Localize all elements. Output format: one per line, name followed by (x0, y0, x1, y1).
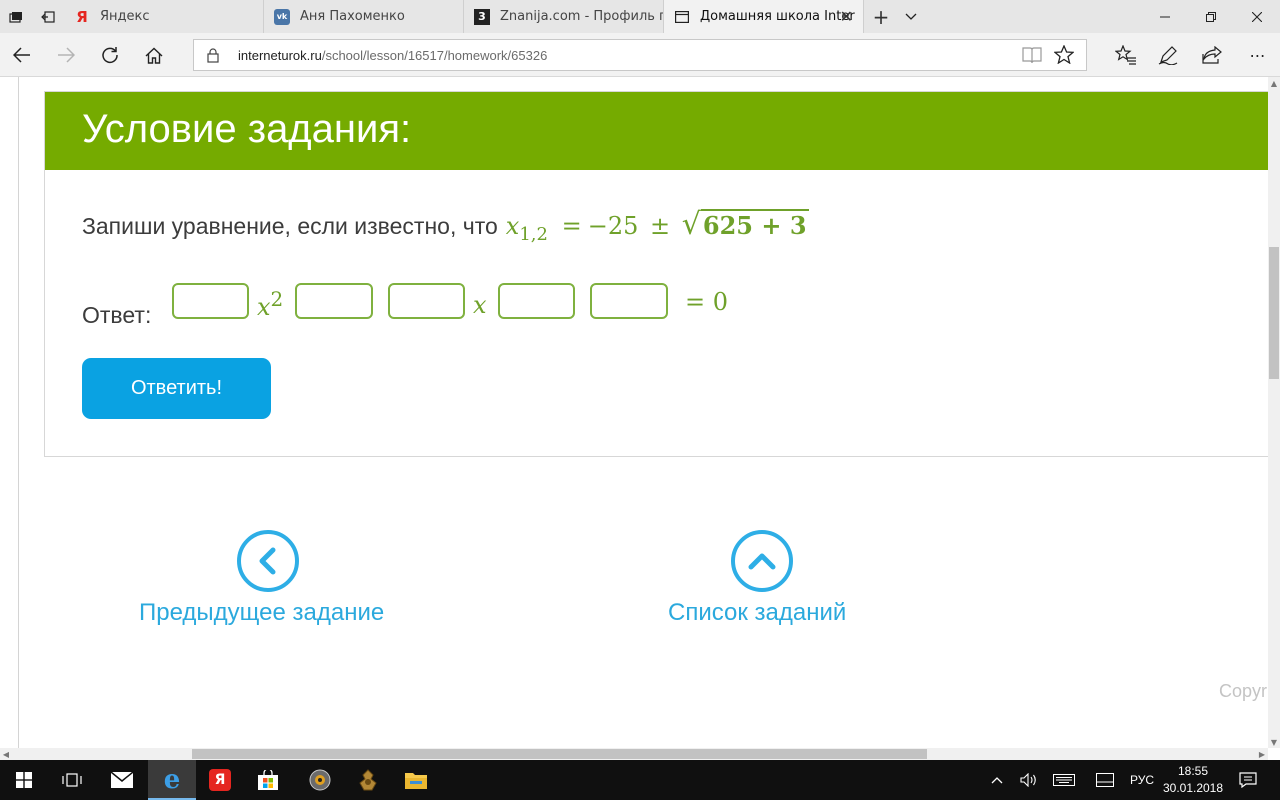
keyboard-icon[interactable] (1050, 760, 1078, 800)
yandex-browser-icon[interactable]: Я (196, 760, 244, 800)
task-list-link[interactable]: Список заданий (668, 599, 846, 627)
horizontal-scroll-thumb[interactable] (192, 749, 927, 759)
file-explorer-icon[interactable] (392, 760, 440, 800)
scroll-up-icon[interactable]: ▲ (1268, 77, 1280, 89)
equals-zero: = 0 (685, 288, 729, 316)
coefficient-b-input[interactable] (388, 283, 465, 319)
scroll-left-icon[interactable]: ◀ (0, 748, 12, 760)
minimize-icon[interactable] (1142, 0, 1188, 33)
tab-interneturok[interactable]: Домашняя школа Inter ✕ (664, 0, 864, 33)
vk-icon: vk (274, 8, 290, 25)
back-icon[interactable] (2, 37, 42, 73)
windows-taskbar: e Я РУС 18:55 30.01.2018 (0, 760, 1280, 800)
x-term: x (473, 291, 487, 319)
page-icon (674, 9, 690, 25)
home-icon[interactable] (134, 37, 174, 73)
page-border (18, 77, 19, 748)
action-center-icon[interactable] (1234, 760, 1262, 800)
share-icon[interactable] (1192, 37, 1232, 73)
tab-znanija[interactable]: 3 Znanija.com - Профиль пол (464, 0, 664, 33)
clock-time: 18:55 (1177, 764, 1209, 778)
restore-icon[interactable] (1188, 0, 1234, 33)
tab-title: Znanija.com - Профиль пол (500, 9, 663, 24)
tab-title: Аня Пахоменко (300, 9, 405, 24)
tab-yandex[interactable]: Я Яндекс (64, 0, 264, 33)
tab-title: Домашняя школа Inter (700, 9, 855, 24)
game-app-icon[interactable] (344, 760, 392, 800)
lock-icon (207, 48, 219, 67)
desktop-mode-icon[interactable] (1092, 760, 1118, 800)
task-card: Условие задания: Запиши уравнение, если … (44, 91, 1280, 457)
question-formula: x1,2 = −25 ± √ 625 + 3 (505, 207, 809, 245)
favorite-star-icon[interactable] (1053, 44, 1075, 68)
browser-tab-bar: Я Яндекс vk Аня Пахоменко 3 Znanija.com … (0, 0, 1280, 33)
favorites-hub-icon[interactable] (1106, 37, 1146, 73)
sign-c-input[interactable] (498, 283, 575, 319)
task-header: Условие задания: (45, 92, 1280, 170)
tab-actions-icon[interactable] (0, 0, 32, 33)
address-bar[interactable]: interneturok.ru/school/lesson/16517/home… (193, 39, 1087, 71)
web-page: Условие задания: Запиши уравнение, если … (0, 77, 1280, 760)
chevron-down-icon[interactable] (896, 0, 926, 33)
browser-toolbar: interneturok.ru/school/lesson/16517/home… (0, 33, 1280, 77)
tab-title: Яндекс (100, 9, 150, 24)
close-window-icon[interactable] (1234, 0, 1280, 33)
horizontal-scrollbar[interactable]: ◀ ▶ (0, 748, 1268, 760)
close-tab-icon[interactable]: ✕ (840, 7, 853, 26)
previous-arrow-icon[interactable] (237, 530, 299, 592)
previous-task-link[interactable]: Предыдущее задание (139, 599, 384, 627)
new-tab-icon[interactable]: + (866, 0, 896, 33)
question: Запиши уравнение, если известно, что x1,… (82, 209, 809, 245)
mail-icon[interactable] (98, 760, 146, 800)
yandex-icon: Я (76, 7, 88, 26)
vertical-scrollbar[interactable]: ▲ ▼ (1268, 77, 1280, 748)
scroll-down-icon[interactable]: ▼ (1268, 736, 1280, 748)
clock-date: 30.01.2018 (1162, 781, 1224, 795)
more-icon[interactable]: ⋯ (1238, 37, 1278, 73)
submit-answer-button[interactable]: Ответить! (82, 358, 271, 419)
task-view-icon[interactable] (48, 760, 96, 800)
volume-icon[interactable] (1016, 760, 1042, 800)
task-title: Условие задания: (82, 107, 412, 151)
znanija-icon: 3 (474, 8, 490, 25)
scroll-right-icon[interactable]: ▶ (1256, 748, 1268, 760)
answer-label: Ответ: (82, 302, 152, 328)
media-player-icon[interactable] (296, 760, 344, 800)
show-hidden-icons-icon[interactable] (986, 760, 1008, 800)
refresh-icon[interactable] (90, 37, 130, 73)
store-icon[interactable] (244, 760, 292, 800)
task-list-arrow-icon[interactable] (731, 530, 793, 592)
windows-start-icon[interactable] (0, 760, 48, 800)
coefficient-c-input[interactable] (590, 283, 668, 319)
question-text: Запиши уравнение, если известно, что (82, 213, 498, 239)
forward-icon[interactable] (46, 37, 86, 73)
copyright-text: Copyr (1219, 681, 1268, 701)
sign-b-input[interactable] (295, 283, 373, 319)
system-clock[interactable]: 18:55 30.01.2018 (1158, 763, 1228, 797)
url-text: interneturok.ru/school/lesson/16517/home… (238, 47, 548, 63)
sqrt-expression: √ 625 + 3 (681, 207, 809, 242)
vertical-scroll-thumb[interactable] (1269, 247, 1279, 379)
set-tabs-aside-icon[interactable] (32, 0, 64, 33)
x-squared-term: x2 (257, 287, 284, 321)
tab-vk[interactable]: vk Аня Пахоменко (264, 0, 464, 33)
coefficient-a-input[interactable] (172, 283, 249, 319)
language-indicator[interactable]: РУС (1124, 760, 1160, 800)
edge-browser-icon[interactable]: e (148, 760, 196, 800)
web-note-icon[interactable] (1148, 37, 1188, 73)
reading-view-icon[interactable] (1022, 46, 1042, 68)
